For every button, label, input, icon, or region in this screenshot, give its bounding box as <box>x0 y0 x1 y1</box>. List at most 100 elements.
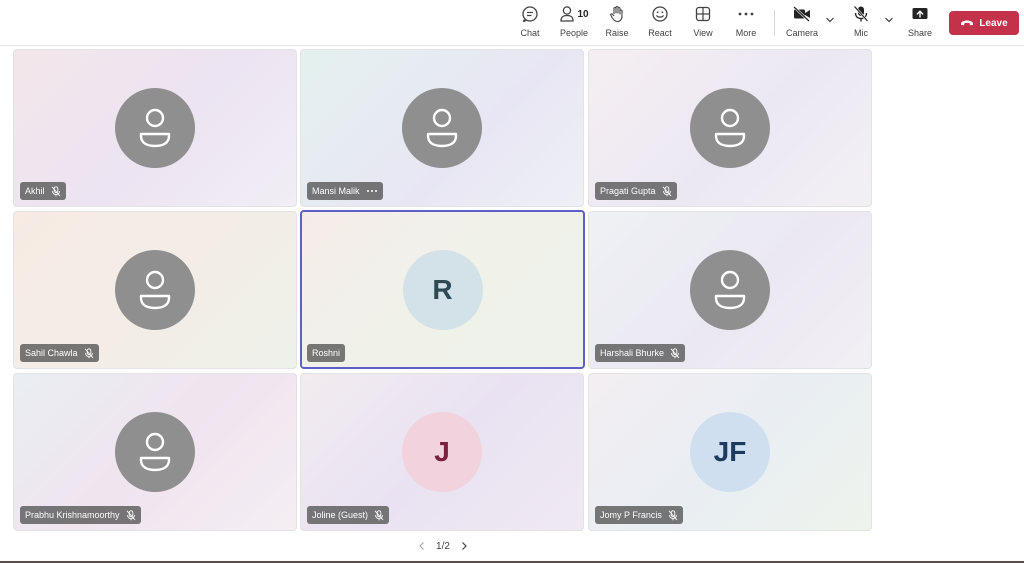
page-indicator: 1/2 <box>436 540 450 552</box>
chat-icon <box>522 6 538 23</box>
avatar <box>115 412 195 492</box>
chat-button[interactable]: Chat <box>516 4 544 42</box>
participant-name: Joline (Guest) <box>312 510 369 520</box>
participant-name: Harshali Bhurke <box>600 348 665 358</box>
mic-muted-icon <box>662 185 671 196</box>
raise-label: Raise <box>605 28 629 38</box>
more-label: More <box>735 28 757 38</box>
mic-muted-icon <box>126 509 135 520</box>
smiley-icon <box>652 6 668 22</box>
participant-name: Mansi Malik <box>312 186 360 196</box>
camera-options-chevron-icon[interactable] <box>825 16 835 24</box>
people-count: 10 <box>577 8 589 20</box>
person-icon <box>426 108 458 148</box>
view-label: View <box>693 28 713 38</box>
participant-tile[interactable]: JF Jomy P Francis <box>588 373 872 531</box>
mic-muted-icon <box>374 509 384 520</box>
participant-tile-active-speaker[interactable]: R Roshni <box>300 210 585 369</box>
chevron-right-icon <box>462 542 467 550</box>
raise-hand-icon <box>610 5 623 23</box>
participant-nametag: Prabhu Krishnamoorthy <box>20 506 141 524</box>
people-button[interactable]: 10 People <box>557 4 591 42</box>
participant-name: Jomy P Francis <box>600 510 662 520</box>
avatar: JF <box>690 412 770 492</box>
previous-page-button[interactable] <box>418 541 426 551</box>
mic-muted-icon <box>670 347 680 358</box>
leave-label: Leave <box>979 17 1008 29</box>
people-icon <box>560 6 575 22</box>
mic-muted-indicator <box>374 509 384 521</box>
mic-muted-indicator <box>51 185 61 197</box>
share-screen-icon <box>912 8 928 19</box>
mic-muted-indicator <box>84 347 94 359</box>
hang-up-phone-icon <box>961 20 974 26</box>
person-icon <box>714 270 746 310</box>
avatar <box>402 88 482 168</box>
avatar: J <box>402 412 482 492</box>
mic-label: Mic <box>854 28 868 38</box>
share-button[interactable]: Share <box>906 4 934 42</box>
camera-button[interactable]: Camera <box>786 4 818 42</box>
more-button[interactable]: More <box>733 4 759 42</box>
toolbar-divider <box>774 10 775 36</box>
avatar: R <box>402 249 483 330</box>
more-dots-icon <box>738 12 754 16</box>
participant-nametag: Akhil <box>20 182 66 200</box>
participant-tile[interactable]: Mansi Malik <box>300 49 584 207</box>
chat-label: Chat <box>520 28 540 38</box>
leave-button[interactable]: Leave <box>949 11 1019 35</box>
participant-nametag: Joline (Guest) <box>307 506 390 524</box>
participant-nametag: Mansi Malik <box>307 182 383 200</box>
avatar <box>690 88 770 168</box>
camera-off-icon <box>793 6 810 22</box>
raise-hand-button[interactable]: Raise <box>604 4 630 42</box>
more-options-icon[interactable] <box>366 189 378 193</box>
grid-view-icon <box>695 6 711 22</box>
gallery-pager: 1/2 <box>418 538 468 554</box>
person-icon <box>714 108 746 148</box>
participant-nametag: Roshni <box>307 344 346 362</box>
mic-muted-icon <box>668 509 678 520</box>
mic-muted-indicator <box>668 509 678 521</box>
mic-options-chevron-icon[interactable] <box>884 16 894 24</box>
participant-name: Pragati Gupta <box>600 186 656 196</box>
participant-nametag: Jomy P Francis <box>595 506 683 524</box>
avatar-initials: JF <box>713 436 747 467</box>
people-label: People <box>559 28 589 38</box>
participant-tile[interactable]: Akhil <box>13 49 297 207</box>
mic-muted-indicator <box>126 509 136 521</box>
person-icon <box>139 270 171 310</box>
participant-name: Akhil <box>25 186 45 196</box>
share-label: Share <box>907 28 933 38</box>
mic-muted-indicator <box>662 185 672 197</box>
meeting-toolbar: Chat 10 People Raise React View More Cam… <box>0 0 1024 46</box>
avatar <box>115 88 195 168</box>
view-button[interactable]: View <box>690 4 716 42</box>
chevron-left-icon <box>419 542 424 550</box>
person-icon <box>139 432 171 472</box>
react-label: React <box>648 28 672 38</box>
participant-tile[interactable]: Prabhu Krishnamoorthy <box>13 373 297 531</box>
participant-tile[interactable]: Pragati Gupta <box>588 49 872 207</box>
mic-muted-icon <box>84 347 93 358</box>
next-page-button[interactable] <box>460 541 468 551</box>
participant-nametag: Pragati Gupta <box>595 182 677 200</box>
participant-nametag: Harshali Bhurke <box>595 344 686 362</box>
avatar-initials: R <box>432 273 453 305</box>
avatar <box>690 250 770 330</box>
participant-name: Prabhu Krishnamoorthy <box>25 510 120 520</box>
avatar <box>115 250 195 330</box>
person-icon <box>139 108 171 148</box>
participant-tile[interactable]: J Joline (Guest) <box>300 373 584 531</box>
mic-button[interactable]: Mic <box>850 4 872 42</box>
participant-nametag: Sahil Chawla <box>20 344 99 362</box>
participant-tile[interactable]: Sahil Chawla <box>13 211 297 369</box>
mic-muted-icon <box>51 185 60 196</box>
participant-tile[interactable]: Harshali Bhurke <box>588 211 872 369</box>
avatar-initials: J <box>434 436 450 467</box>
mic-muted-indicator <box>670 347 680 359</box>
participant-name: Roshni <box>312 348 341 358</box>
camera-label: Camera <box>786 28 819 38</box>
participant-name: Sahil Chawla <box>25 348 78 358</box>
react-button[interactable]: React <box>646 4 674 42</box>
